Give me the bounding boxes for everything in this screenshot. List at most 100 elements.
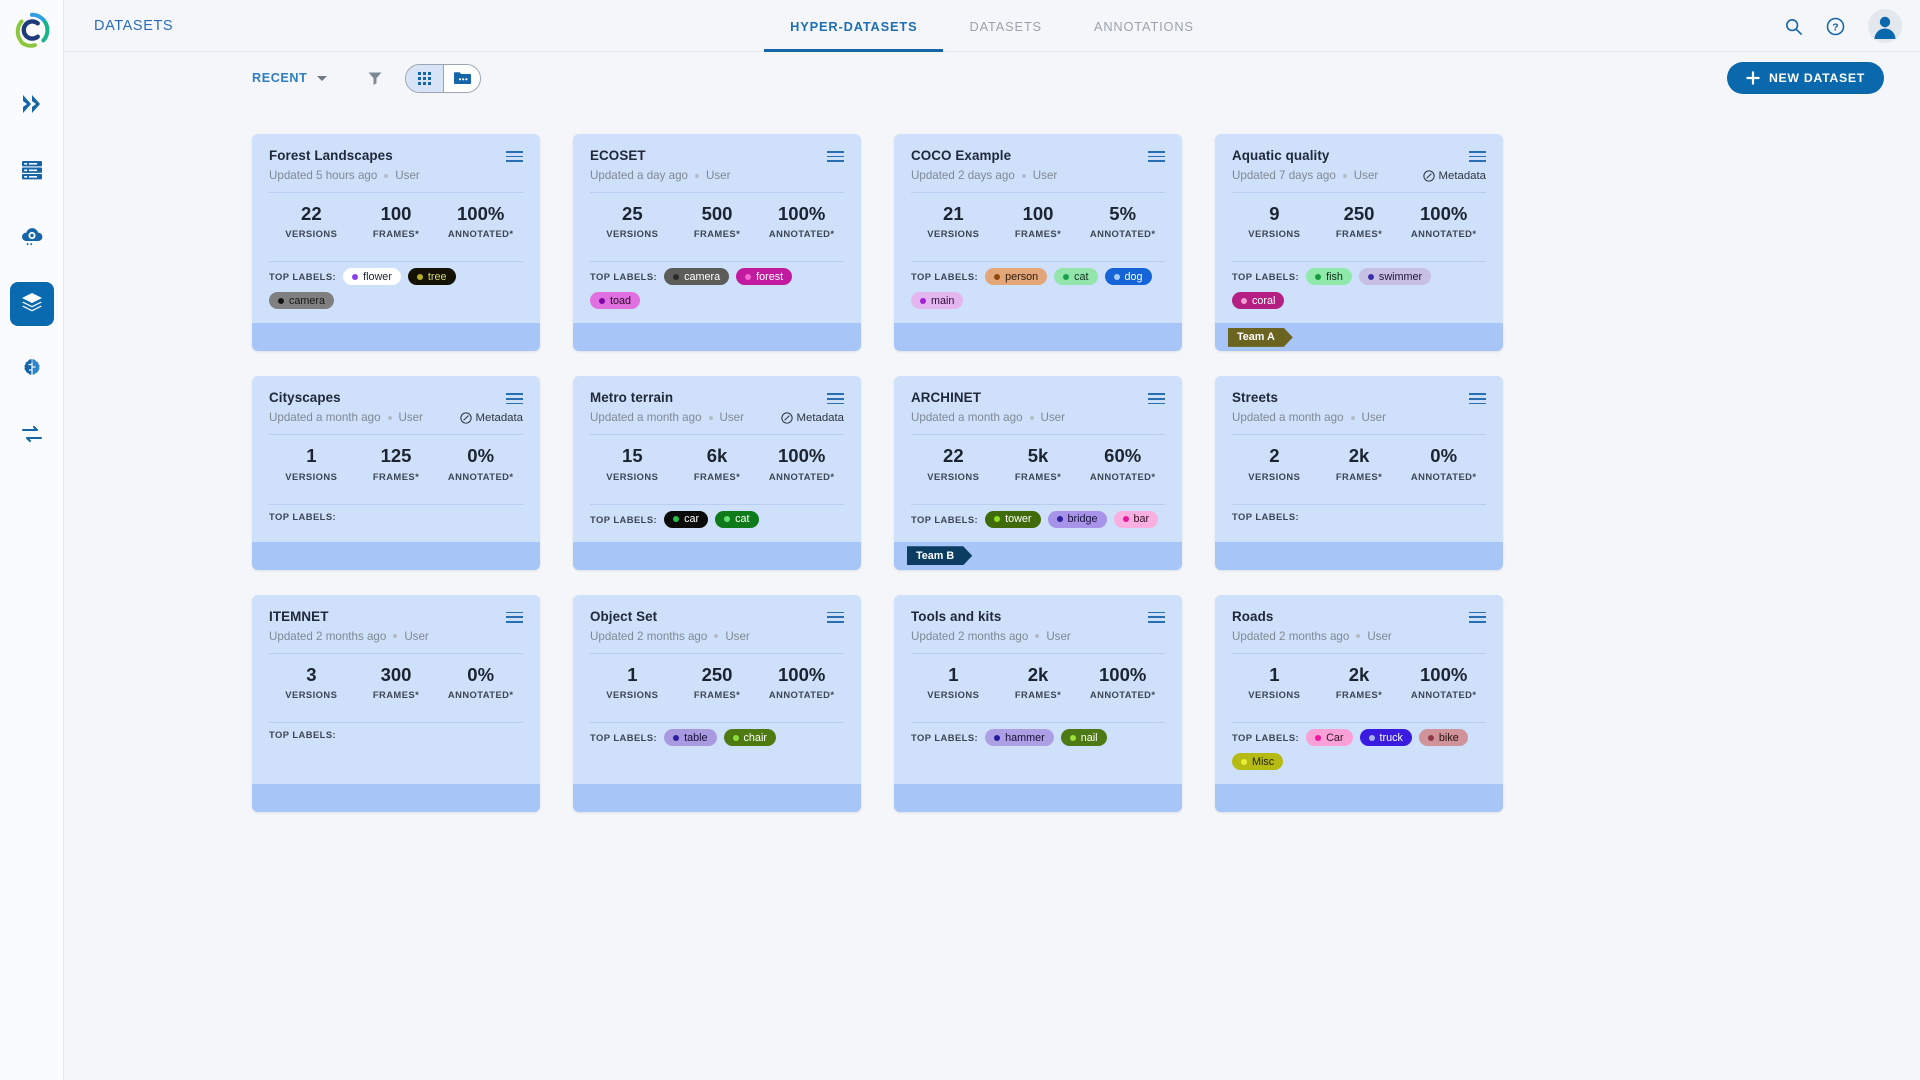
folder-view-icon[interactable]: [443, 64, 481, 92]
label-chip[interactable]: fish: [1306, 268, 1352, 286]
label-chip[interactable]: cat: [715, 510, 759, 528]
label-chip[interactable]: truck: [1359, 729, 1412, 747]
card-menu-button[interactable]: [1469, 390, 1486, 405]
card-menu-button[interactable]: [1148, 148, 1165, 163]
label-chip[interactable]: nail: [1060, 729, 1107, 747]
frames-value: 6k: [706, 445, 728, 467]
rail-items: [9, 84, 54, 458]
card-footer: [1215, 541, 1503, 570]
dataset-card[interactable]: COCO Example Updated 2 days ago User 21 …: [894, 134, 1182, 352]
help-icon[interactable]: ?: [1825, 16, 1846, 37]
separator-dot: [1035, 634, 1040, 639]
grid-view-icon[interactable]: [406, 64, 444, 92]
label-chip[interactable]: main: [911, 292, 964, 310]
clearml-logo-icon[interactable]: [0, 0, 64, 60]
label-chip[interactable]: person: [985, 268, 1048, 286]
top-labels-row: TOP LABELS:: [1232, 505, 1486, 536]
label-chip[interactable]: car: [664, 510, 709, 528]
tab-annotations[interactable]: ANNOTATIONS: [1068, 0, 1220, 52]
label-chip[interactable]: Car: [1306, 729, 1353, 747]
tab-datasets[interactable]: DATASETS: [943, 0, 1067, 52]
stat-annotated: 100% ANNOTATED*: [759, 445, 844, 482]
label-chip[interactable]: bar: [1113, 510, 1159, 528]
owner-name: User: [1361, 411, 1386, 425]
new-dataset-button[interactable]: NEW DATASET: [1726, 62, 1884, 94]
label-color-dot: [416, 273, 423, 280]
dataset-card[interactable]: Object Set Updated 2 months ago User 1 V…: [573, 594, 861, 813]
label-chip[interactable]: camera: [664, 268, 730, 286]
label-chip[interactable]: coral: [1232, 292, 1285, 310]
card-menu-button[interactable]: [1148, 390, 1165, 405]
card-menu-button[interactable]: [506, 609, 523, 623]
updated-time: Updated a month ago: [911, 411, 1023, 425]
label-chip[interactable]: bike: [1418, 729, 1468, 747]
dataset-card[interactable]: Streets Updated a month ago User 2 VERSI…: [1215, 376, 1503, 570]
label-chip[interactable]: table: [664, 729, 717, 747]
label-chip[interactable]: toad: [590, 292, 641, 310]
team-tag[interactable]: Team A: [1228, 328, 1293, 347]
sidebar-item-cloud[interactable]: [10, 216, 54, 260]
sidebar-item-datasets[interactable]: [9, 282, 54, 326]
stat-frames: 300 FRAMES*: [354, 664, 439, 700]
owner-name: User: [395, 169, 420, 182]
card-stats: 1 VERSIONS 2k FRAMES* 100% ANNOTATED*: [1232, 654, 1486, 712]
label-chip[interactable]: tree: [407, 268, 456, 286]
card-subtitle: Updated 2 months ago User: [590, 630, 844, 643]
dataset-card[interactable]: Roads Updated 2 months ago User 1 VERSIO…: [1215, 594, 1503, 813]
label-chip[interactable]: camera: [269, 292, 335, 310]
updated-time: Updated a month ago: [590, 411, 702, 425]
frames-label: FRAMES*: [693, 470, 741, 482]
label-chip[interactable]: chair: [723, 729, 776, 747]
filter-icon[interactable]: [367, 70, 383, 86]
sidebar-item-datastores[interactable]: [10, 150, 54, 194]
search-icon[interactable]: [1784, 17, 1803, 36]
card-menu-button[interactable]: [1469, 148, 1486, 163]
card-menu-button[interactable]: [506, 390, 523, 405]
card-menu-button[interactable]: [827, 148, 844, 163]
sidebar-item-workflows[interactable]: [10, 414, 54, 458]
label-color-dot: [673, 516, 680, 523]
label-chip[interactable]: dog: [1104, 268, 1152, 286]
sidebar-item-pipelines[interactable]: [10, 84, 54, 128]
frames-value: 100: [1022, 203, 1054, 224]
updated-time: Updated 5 hours ago: [269, 169, 378, 182]
sort-dropdown[interactable]: RECENT: [252, 71, 328, 85]
card-menu-button[interactable]: [506, 148, 523, 163]
card-menu-button[interactable]: [1148, 609, 1165, 623]
owner-name: User: [398, 411, 423, 425]
frames-value: 5k: [1027, 445, 1049, 467]
team-tag[interactable]: Team B: [907, 546, 972, 565]
dataset-card[interactable]: ARCHINET Updated a month ago User 22 VER…: [894, 376, 1182, 570]
owner-name: User: [719, 411, 744, 425]
sidebar-item-models[interactable]: [10, 348, 54, 392]
label-chip[interactable]: flower: [343, 268, 401, 286]
label-chip[interactable]: bridge: [1047, 510, 1107, 528]
dataset-card[interactable]: ITEMNET Updated 2 months ago User 3 VERS…: [252, 594, 540, 813]
owner-name: User: [1353, 169, 1379, 182]
label-color-dot: [1069, 734, 1076, 741]
versions-label: VERSIONS: [927, 689, 980, 701]
label-chip[interactable]: hammer: [985, 729, 1054, 747]
card-subtitle: Updated a month ago User Metadata: [269, 411, 523, 424]
dataset-card[interactable]: Aquatic quality Updated 7 days ago User …: [1215, 134, 1503, 352]
annotated-label: ANNOTATED*: [768, 470, 835, 482]
dataset-card[interactable]: Cityscapes Updated a month ago User Meta…: [252, 376, 540, 570]
avatar[interactable]: [1868, 9, 1902, 43]
dataset-card[interactable]: ECOSET Updated a day ago User 25 VERSION…: [573, 134, 861, 352]
dataset-card[interactable]: Metro terrain Updated a month ago User M…: [573, 376, 861, 570]
top-labels-row: TOP LABELS: tower bridge bar: [911, 505, 1165, 542]
annotated-label: ANNOTATED*: [447, 228, 514, 240]
label-chip-text: flower: [363, 270, 392, 283]
dataset-card[interactable]: Tools and kits Updated 2 months ago User…: [894, 594, 1182, 813]
label-chip[interactable]: forest: [736, 268, 793, 286]
dataset-name: Object Set: [590, 608, 658, 624]
label-chip[interactable]: tower: [985, 510, 1041, 528]
dataset-card[interactable]: Forest Landscapes Updated 5 hours ago Us…: [252, 134, 540, 352]
card-menu-button[interactable]: [827, 390, 844, 405]
label-chip[interactable]: Misc: [1232, 753, 1284, 771]
tab-hyper-datasets[interactable]: HYPER-DATASETS: [764, 0, 944, 52]
label-chip[interactable]: swimmer: [1358, 268, 1432, 286]
card-menu-button[interactable]: [827, 609, 844, 623]
card-menu-button[interactable]: [1469, 609, 1486, 623]
label-chip[interactable]: cat: [1054, 268, 1098, 286]
